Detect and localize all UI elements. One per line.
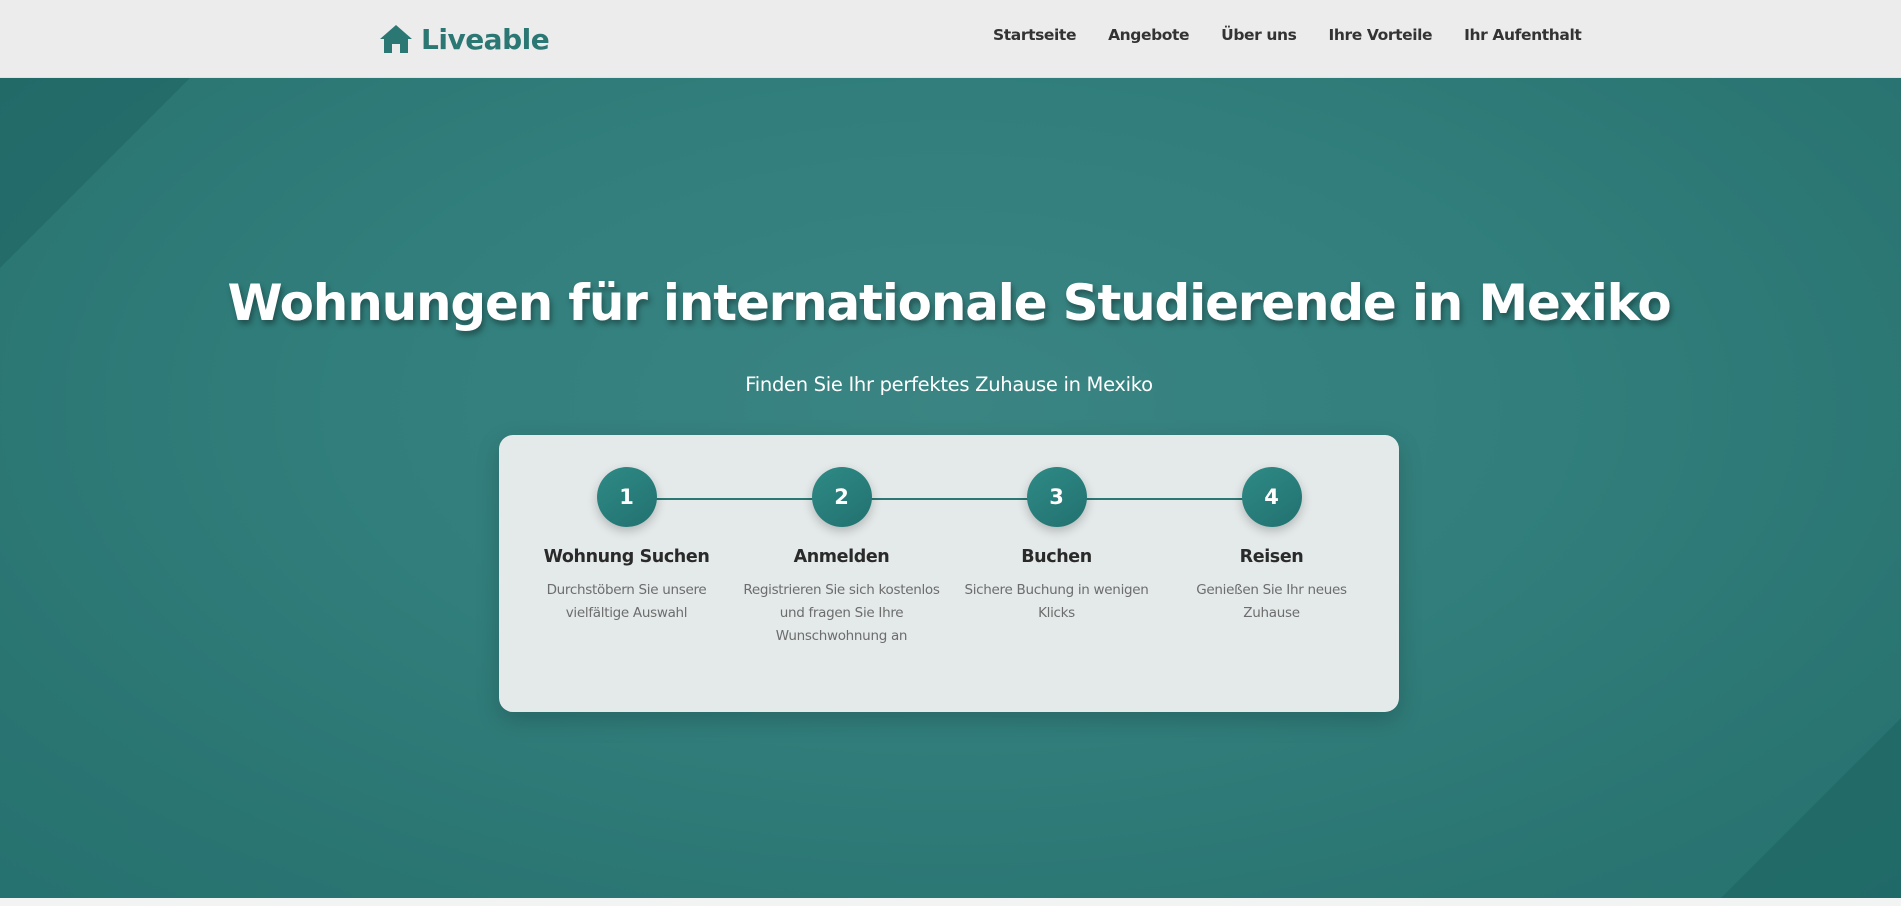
nav-link-ihre-vorteile[interactable]: Ihre Vorteile [1329, 26, 1433, 44]
step-number-badge: 2 [811, 467, 872, 527]
step-2: 2 Anmelden Registrieren Sie sich kostenl… [734, 467, 949, 648]
step-title: Anmelden [793, 547, 890, 567]
nav-link-ueber-uns[interactable]: Über uns [1221, 26, 1297, 44]
brand-name: Liveable [421, 22, 550, 56]
nav-link-angebote[interactable]: Angebote [1108, 26, 1190, 44]
step-3: 3 Buchen Sichere Buchung in wenigen Klic… [949, 467, 1164, 625]
step-number-badge: 1 [596, 467, 657, 527]
step-description: Genießen Sie Ihr neues Zuhause [1196, 582, 1347, 621]
nav-link-ihr-aufenthalt[interactable]: Ihr Aufenthalt [1464, 26, 1582, 44]
step-number-badge: 4 [1241, 467, 1302, 527]
step-1: 1 Wohnung Suchen Durchstöbern Sie unsere… [519, 467, 734, 625]
next-section-edge [0, 898, 1901, 906]
nav-link-startseite[interactable]: Startseite [993, 26, 1076, 44]
main-navigation: Startseite Angebote Über uns Ihre Vortei… [993, 26, 1613, 44]
hero-subtitle: Finden Sie Ihr perfektes Zuhause in Mexi… [745, 373, 1153, 396]
hero-section: Wohnungen für internationale Studierende… [0, 78, 1901, 898]
step-number-badge: 3 [1026, 467, 1087, 527]
navbar: Liveable Startseite Angebote Über uns Ih… [0, 0, 1901, 78]
step-title: Buchen [1021, 547, 1092, 567]
hero-decoration-bottom-right [1721, 718, 1901, 898]
brand-logo-link[interactable]: Liveable [379, 20, 550, 58]
hero-title: Wohnungen für internationale Studierende… [227, 274, 1671, 332]
step-title: Reisen [1239, 547, 1304, 567]
steps-card: 1 Wohnung Suchen Durchstöbern Sie unsere… [499, 435, 1399, 712]
step-description: Durchstöbern Sie unsere vielfältige Ausw… [546, 582, 707, 621]
house-icon [380, 25, 412, 53]
step-title: Wohnung Suchen [543, 547, 710, 567]
step-description: Registrieren Sie sich kostenlos und frag… [743, 582, 940, 644]
hero-decoration-top-left [0, 78, 190, 268]
step-description: Sichere Buchung in wenigen Klicks [964, 582, 1149, 621]
step-4: 4 Reisen Genießen Sie Ihr neues Zuhause [1164, 467, 1379, 625]
